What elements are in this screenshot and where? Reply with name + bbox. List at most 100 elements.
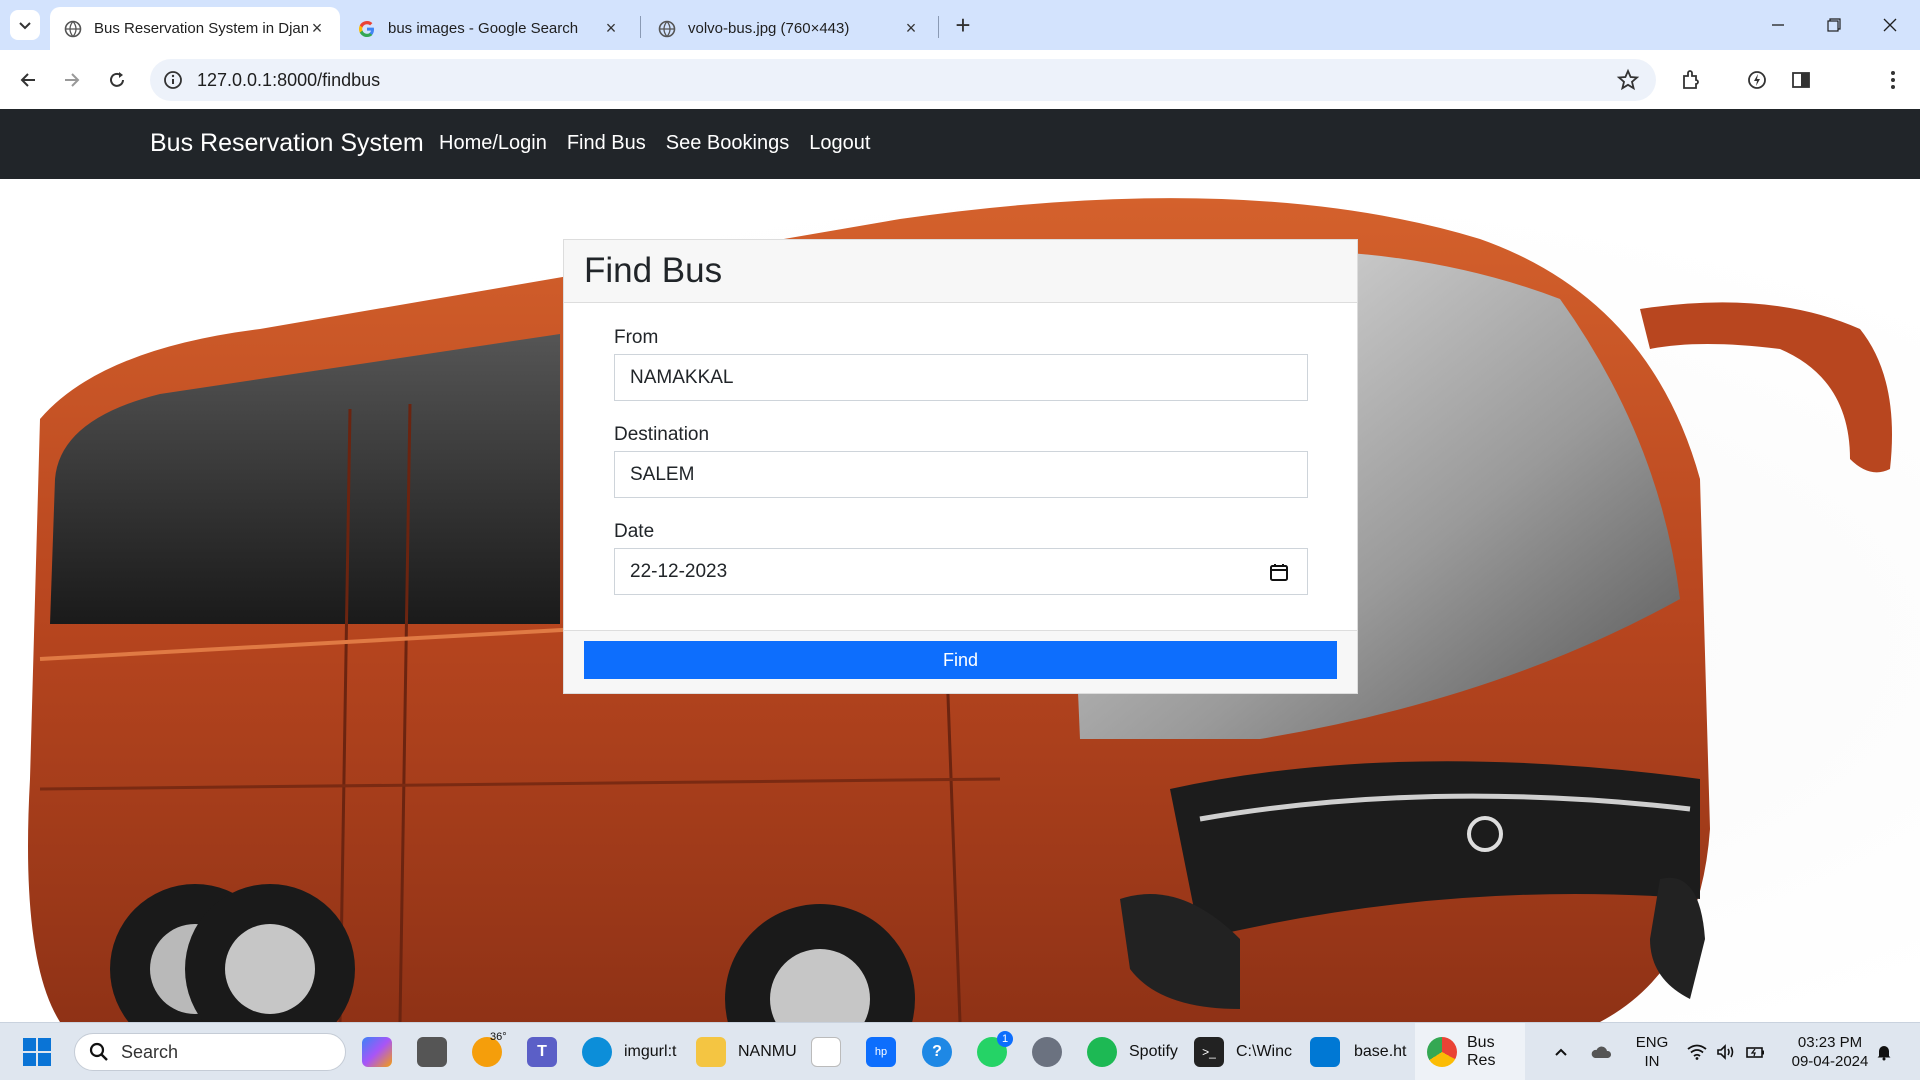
google-icon [358, 20, 376, 38]
nav-find-bus[interactable]: Find Bus [567, 132, 646, 155]
weather-widget[interactable]: 36° [472, 1023, 507, 1080]
from-value: NAMAKKAL [630, 366, 734, 388]
speaker-icon [1717, 1044, 1734, 1060]
new-tab-icon[interactable]: + [948, 10, 978, 40]
volume-tray[interactable] [1716, 1023, 1736, 1080]
card-header: Find Bus [564, 240, 1357, 303]
date-value: 22-12-2023 [630, 560, 728, 582]
whatsapp-app[interactable]: 1 [977, 1023, 1013, 1080]
clock-date: 09-04-2024 [1791, 1053, 1869, 1070]
nav-logout[interactable]: Logout [809, 132, 870, 155]
url-text: 127.0.0.1:8000/findbus [197, 70, 381, 90]
close-tab-icon[interactable]: × [308, 18, 326, 39]
restore-icon[interactable] [1806, 0, 1862, 50]
onedrive-tray[interactable] [1590, 1023, 1612, 1080]
bookmark-star-icon[interactable] [1616, 68, 1640, 92]
close-tab-icon[interactable]: × [602, 18, 620, 39]
terminal-app[interactable]: >_ C:\Winc [1194, 1023, 1292, 1080]
settings-app[interactable] [1032, 1023, 1062, 1080]
region-code: IN [1644, 1053, 1660, 1070]
terminal-icon: >_ [1194, 1037, 1224, 1067]
start-button[interactable] [22, 1023, 52, 1080]
search-icon [89, 1042, 108, 1061]
forward-icon[interactable] [55, 63, 89, 97]
teams-app[interactable]: T [527, 1023, 557, 1080]
clock[interactable]: 03:23 PM 09-04-2024 [1782, 1033, 1878, 1071]
tab-volvo-bus[interactable]: volvo-bus.jpg (760×443) × [644, 7, 934, 50]
store-icon [811, 1037, 841, 1067]
close-window-icon[interactable] [1862, 0, 1918, 50]
taskbar: Search 36° T imgurl:t NANMU hp ? 1 Spoti… [0, 1022, 1920, 1080]
from-label: From [614, 327, 659, 348]
address-bar[interactable]: 127.0.0.1:8000/findbus [150, 59, 1656, 101]
tab-search-button[interactable] [10, 10, 40, 40]
nav-see-bookings[interactable]: See Bookings [666, 132, 789, 155]
performance-icon[interactable] [1744, 67, 1770, 93]
notification-center[interactable] [1875, 1023, 1893, 1080]
chrome-app[interactable]: Bus Res [1415, 1023, 1525, 1080]
teams-icon: T [527, 1037, 557, 1067]
notification-badge: 1 [997, 1031, 1013, 1047]
task-view-app[interactable] [417, 1023, 447, 1080]
wifi-tray[interactable] [1687, 1023, 1707, 1080]
store-app[interactable] [811, 1023, 841, 1080]
edge-app[interactable]: imgurl:t [582, 1023, 676, 1080]
file-explorer-app[interactable]: NANMU [696, 1023, 797, 1080]
site-navbar: Bus Reservation System Home/Login Find B… [0, 109, 1920, 179]
help-app[interactable]: ? [922, 1023, 952, 1080]
close-tab-icon[interactable]: × [902, 18, 920, 39]
extensions-icon[interactable] [1678, 67, 1704, 93]
from-input[interactable]: NAMAKKAL [614, 354, 1308, 401]
globe-icon [658, 20, 676, 38]
taskbar-search[interactable]: Search [74, 1033, 346, 1071]
language-indicator[interactable]: ENG IN [1632, 1033, 1672, 1071]
card-footer: Find [564, 630, 1357, 693]
tab-separator [640, 16, 641, 38]
folder-icon [696, 1037, 726, 1067]
copilot-app[interactable] [362, 1023, 392, 1080]
reload-icon[interactable] [100, 63, 134, 97]
more-menu-icon[interactable] [1880, 67, 1906, 93]
edge-icon [582, 1037, 612, 1067]
show-hidden-icons[interactable] [1553, 1023, 1569, 1080]
side-panel-icon[interactable] [1788, 67, 1814, 93]
chrome-icon [1427, 1037, 1457, 1067]
destination-value: SALEM [630, 463, 695, 485]
browser-toolbar: 127.0.0.1:8000/findbus nk [0, 50, 1920, 140]
taskbar-item-label: NANMU [738, 1043, 797, 1060]
nav-home-login[interactable]: Home/Login [439, 132, 547, 155]
date-input[interactable]: 22-12-2023 [614, 548, 1308, 595]
spotify-app[interactable]: Spotify [1087, 1023, 1178, 1080]
calendar-icon[interactable] [1269, 562, 1289, 582]
tab-title: bus images - Google Search [388, 20, 579, 37]
site-brand[interactable]: Bus Reservation System [150, 129, 424, 158]
tab-bus-reservation[interactable]: Bus Reservation System in Djan × [50, 7, 340, 50]
bell-icon [1877, 1046, 1891, 1061]
tab-google-search[interactable]: bus images - Google Search × [344, 7, 634, 50]
taskbar-item-label: C:\Winc [1236, 1043, 1292, 1060]
tab-title: Bus Reservation System in Djan [94, 20, 308, 37]
back-icon[interactable] [11, 63, 45, 97]
search-placeholder: Search [121, 1041, 179, 1062]
find-button[interactable]: Find [584, 641, 1337, 679]
weather-temp: 36° [490, 1031, 507, 1043]
clock-time: 03:23 PM [1797, 1034, 1863, 1051]
site-info-icon[interactable] [162, 69, 184, 91]
destination-input[interactable]: SALEM [614, 451, 1308, 498]
hp-icon: hp [866, 1037, 896, 1067]
minimize-icon[interactable] [1750, 0, 1806, 50]
hp-app[interactable]: hp [866, 1023, 896, 1080]
battery-icon [1746, 1047, 1764, 1058]
destination-label: Destination [614, 424, 710, 445]
vscode-app[interactable]: base.ht [1310, 1023, 1406, 1080]
tab-strip: Bus Reservation System in Djan × bus ima… [0, 0, 1920, 50]
task-view-icon [417, 1037, 447, 1067]
language-code: ENG [1635, 1034, 1669, 1051]
page-title: Find Bus [584, 251, 723, 290]
windows-icon [23, 1038, 51, 1066]
battery-tray[interactable] [1746, 1023, 1766, 1080]
gear-icon [1032, 1037, 1062, 1067]
globe-icon [64, 20, 82, 38]
spotify-icon [1087, 1037, 1117, 1067]
cloud-icon [1591, 1046, 1612, 1058]
